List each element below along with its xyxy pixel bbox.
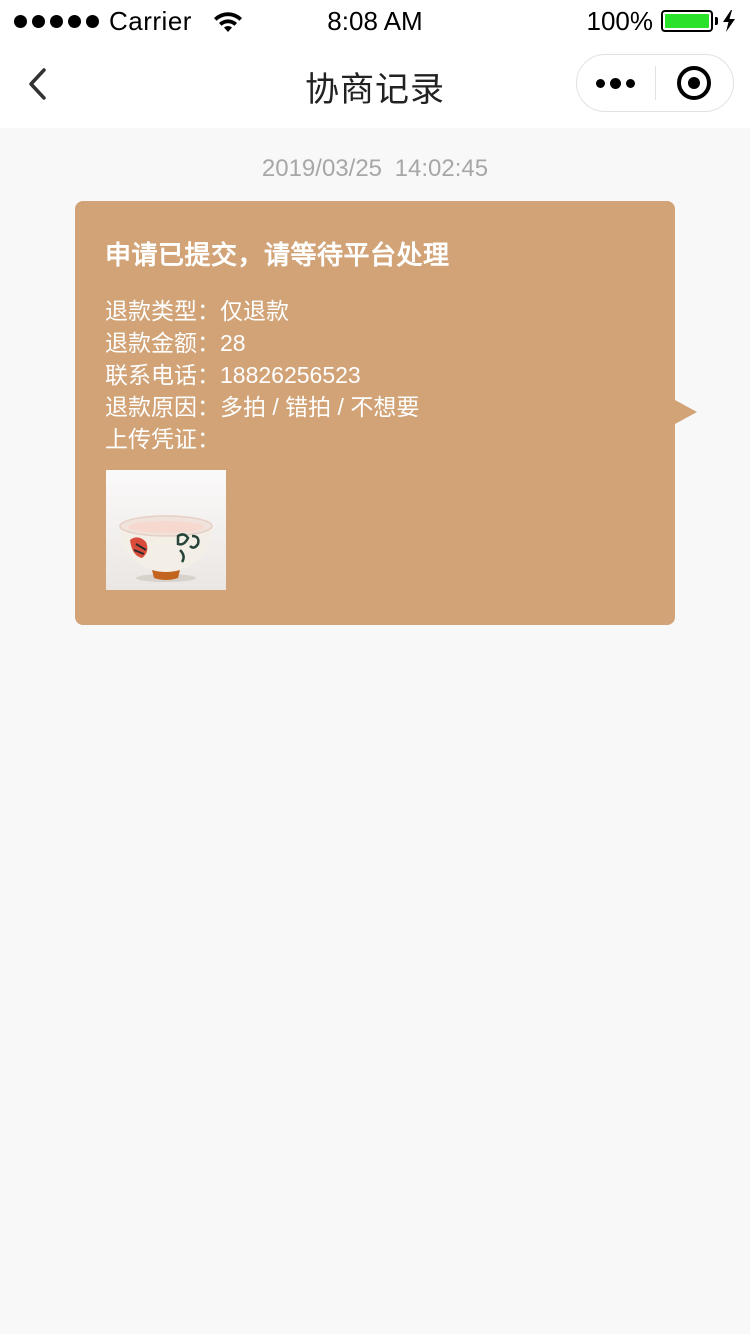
refund-type-line: 退款类型：仅退款 [105, 298, 289, 324]
battery-percent: 100% [586, 5, 654, 36]
charging-bolt-icon [723, 10, 735, 32]
status-bar: Carrier 8:08 AM 100% [0, 0, 750, 40]
more-button[interactable] [577, 55, 655, 111]
close-button[interactable] [656, 55, 734, 111]
message-details: 退款类型：仅退款 退款金额：28 联系电话：18826256523 退款原因：多… [105, 295, 419, 455]
message-timestamp: 2019/03/25 14:02:45 [261, 155, 489, 182]
refund-amount-line: 退款金额：28 [105, 330, 246, 356]
upload-proof-line: 上传凭证： [105, 426, 220, 452]
more-dots-icon [596, 78, 606, 88]
nav-bar: 协商记录 [0, 40, 750, 128]
message-title: 申请已提交，请等待平台处理 [105, 240, 450, 270]
target-close-icon [677, 66, 712, 100]
battery-icon [661, 10, 713, 32]
proof-image-thumbnail[interactable] [106, 470, 226, 590]
menu-capsule [576, 54, 734, 112]
status-right: 100% [587, 6, 737, 36]
contact-phone-line: 联系电话：18826256523 [105, 362, 361, 388]
rice-bowl-photo-icon [106, 470, 226, 590]
refund-reason-line: 退款原因：多拍 / 错拍 / 不想要 [105, 394, 420, 420]
battery-cap [715, 17, 718, 25]
message-bubble: 申请已提交，请等待平台处理 退款类型：仅退款 退款金额：28 联系电话：1882… [75, 201, 675, 625]
bubble-arrow [675, 400, 697, 424]
